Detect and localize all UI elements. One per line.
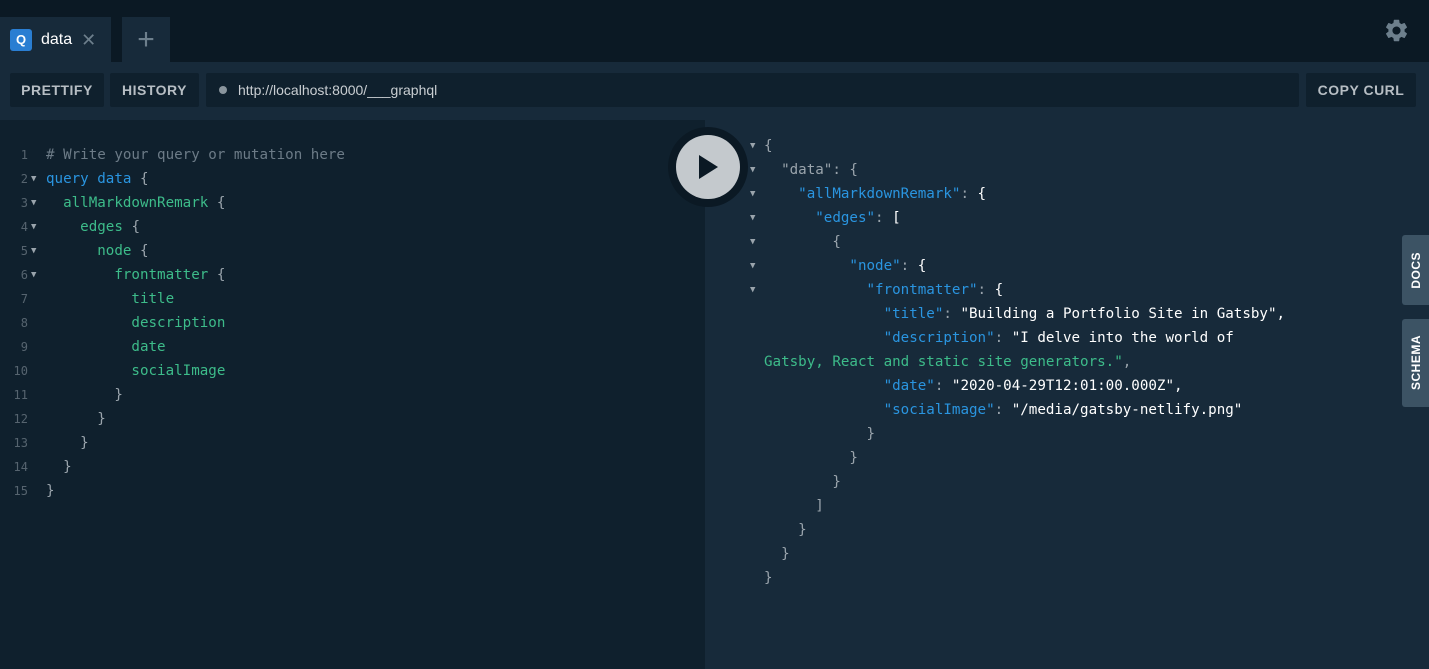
line-number: 12: [13, 412, 28, 426]
toolbar: PRETTIFY HISTORY http://localhost:8000/_…: [0, 62, 1429, 120]
history-button[interactable]: HISTORY: [110, 73, 199, 107]
line-number: 11: [13, 388, 28, 402]
fold-arrow-icon[interactable]: ▼: [750, 254, 755, 278]
editor-line: 9 date: [0, 335, 705, 359]
fold-arrow-icon[interactable]: ▼: [750, 278, 755, 302]
docs-tab[interactable]: DOCS: [1402, 235, 1429, 305]
editor-line-text: socialImage: [131, 363, 226, 379]
fold-arrow-icon[interactable]: ▼: [31, 263, 36, 287]
line-number: 3: [20, 196, 28, 210]
result-line: "data": {: [781, 162, 858, 178]
editor-line: 4 ▼ edges {: [0, 215, 705, 239]
editor-line-text: query data {: [46, 171, 149, 187]
editor-line-text: title: [131, 291, 175, 307]
fold-arrow-icon[interactable]: ▼: [750, 134, 755, 158]
editor-line: 7 title: [0, 287, 705, 311]
editor-line: 15}: [0, 479, 705, 503]
editor-line-text: date: [131, 339, 166, 355]
result-line: "title": "Building a Portfolio Site in G…: [883, 306, 1286, 322]
fold-arrow-icon[interactable]: ▼: [750, 206, 755, 230]
line-number: 6: [20, 268, 28, 282]
editor-line: 12 }: [0, 407, 705, 431]
editor-line: 3 ▼ allMarkdownRemark {: [0, 191, 705, 215]
tab-label: data: [41, 30, 73, 48]
copy-curl-button[interactable]: COPY CURL: [1306, 73, 1416, 107]
line-number: 4: [20, 220, 28, 234]
tab-data[interactable]: Q data ✕: [0, 17, 111, 62]
query-editor[interactable]: 1 # Write your query or mutation here 2 ▼ qu…: [0, 120, 705, 669]
gear-icon[interactable]: [1383, 17, 1410, 44]
editor-line-text: }: [80, 435, 89, 451]
editor-line: 11 }: [0, 383, 705, 407]
editor-line: 8 description: [0, 311, 705, 335]
line-number: 1: [20, 148, 28, 162]
result-line: "date": "2020-04-29T12:01:00.000Z",: [883, 378, 1183, 394]
result-line: "edges": [: [815, 210, 901, 226]
line-number: 15: [13, 484, 28, 498]
add-tab-button[interactable]: +: [122, 17, 170, 62]
result-line: }: [781, 546, 790, 562]
editor-line-text: }: [114, 387, 123, 403]
endpoint-url-bar[interactable]: http://localhost:8000/___graphql: [206, 73, 1299, 107]
editor-line: 14 }: [0, 455, 705, 479]
schema-tab[interactable]: SCHEMA: [1402, 319, 1429, 407]
editor-line: 2 ▼ query data {: [0, 167, 705, 191]
editor-line-text: allMarkdownRemark {: [63, 195, 226, 211]
fold-arrow-icon[interactable]: ▼: [31, 239, 36, 263]
fold-arrow-icon[interactable]: ▼: [750, 230, 755, 254]
line-number: 9: [20, 340, 28, 354]
schema-tab-label: SCHEMA: [1408, 335, 1423, 391]
line-number: 10: [13, 364, 28, 378]
line-number: 13: [13, 436, 28, 450]
result-line: {: [832, 234, 841, 250]
tab-bar: Q data ✕ +: [0, 0, 1429, 62]
editor-line-text: # Write your query or mutation here: [46, 147, 345, 163]
docs-tab-label: DOCS: [1408, 251, 1423, 289]
result-line: }: [849, 450, 858, 466]
line-number: 8: [20, 316, 28, 330]
editor-line: 6 ▼ frontmatter {: [0, 263, 705, 287]
fold-arrow-icon[interactable]: ▼: [750, 182, 755, 206]
editor-line-text: edges {: [80, 219, 140, 235]
editor-line-text: frontmatter {: [114, 267, 226, 283]
line-number: 7: [20, 292, 28, 306]
line-number: 14: [13, 460, 28, 474]
connection-status-icon: [219, 86, 227, 94]
editor-line-text: }: [46, 483, 55, 499]
result-line: }: [832, 474, 841, 490]
close-icon[interactable]: ✕: [81, 31, 96, 49]
editor-line: 5 ▼ node {: [0, 239, 705, 263]
fold-arrow-icon[interactable]: ▼: [31, 167, 36, 191]
editor-line-text: }: [97, 411, 106, 427]
editor-line-text: node {: [97, 243, 149, 259]
line-number: 5: [20, 244, 28, 258]
result-line: "allMarkdownRemark": {: [798, 186, 987, 202]
result-line: ]: [815, 498, 824, 514]
play-icon[interactable]: [676, 135, 740, 199]
query-tab-icon: Q: [10, 28, 32, 51]
result-line: {: [764, 138, 773, 154]
editor-line-text: description: [131, 315, 226, 331]
result-line: }: [866, 426, 876, 442]
fold-arrow-icon[interactable]: ▼: [31, 191, 36, 215]
prettify-button[interactable]: PRETTIFY: [10, 73, 104, 107]
line-number: 2: [20, 172, 28, 186]
editor-line: 1 # Write your query or mutation here: [0, 143, 705, 167]
editor-line: 13 }: [0, 431, 705, 455]
result-line: "frontmatter": {: [866, 282, 1004, 298]
result-line: "socialImage": "/media/gatsby-netlify.pn…: [883, 402, 1243, 418]
result-line: "node": {: [849, 258, 927, 274]
fold-arrow-icon[interactable]: ▼: [31, 215, 36, 239]
result-line: "description": "I delve into the world o…: [883, 330, 1234, 346]
result-line: }: [798, 522, 807, 538]
result-line: }: [764, 570, 773, 586]
endpoint-url: http://localhost:8000/___graphql: [238, 82, 438, 98]
result-line: Gatsby, React and static site generators…: [764, 354, 1132, 370]
editor-line: 10 socialImage: [0, 359, 705, 383]
editor-line-text: }: [63, 459, 72, 475]
fold-arrow-icon[interactable]: ▼: [750, 158, 755, 182]
